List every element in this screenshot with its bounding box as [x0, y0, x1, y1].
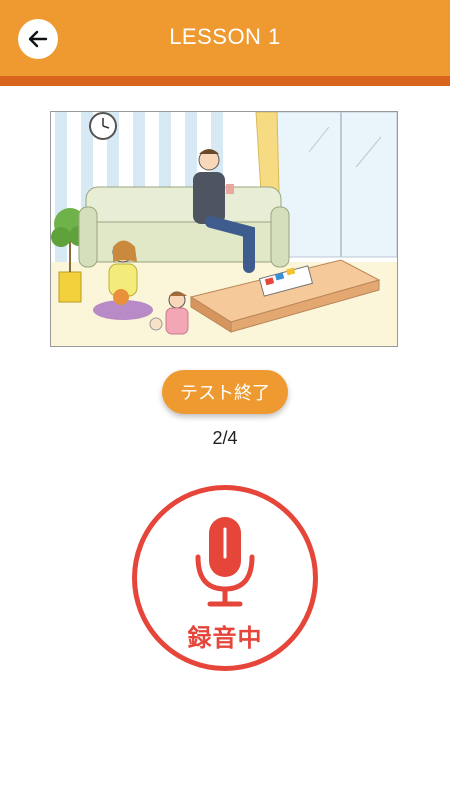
- end-test-button[interactable]: テスト終了: [162, 370, 288, 414]
- record-button[interactable]: 録音中: [132, 485, 318, 671]
- progress-counter: 2/4: [212, 428, 238, 448]
- living-room-illustration: [51, 112, 397, 346]
- lesson-illustration: [50, 111, 398, 347]
- microphone-icon: [195, 517, 255, 607]
- record-status-label: 録音中: [187, 624, 263, 652]
- page-title: LESSON 1: [169, 24, 281, 49]
- app-bar: LESSON 1: [0, 0, 450, 86]
